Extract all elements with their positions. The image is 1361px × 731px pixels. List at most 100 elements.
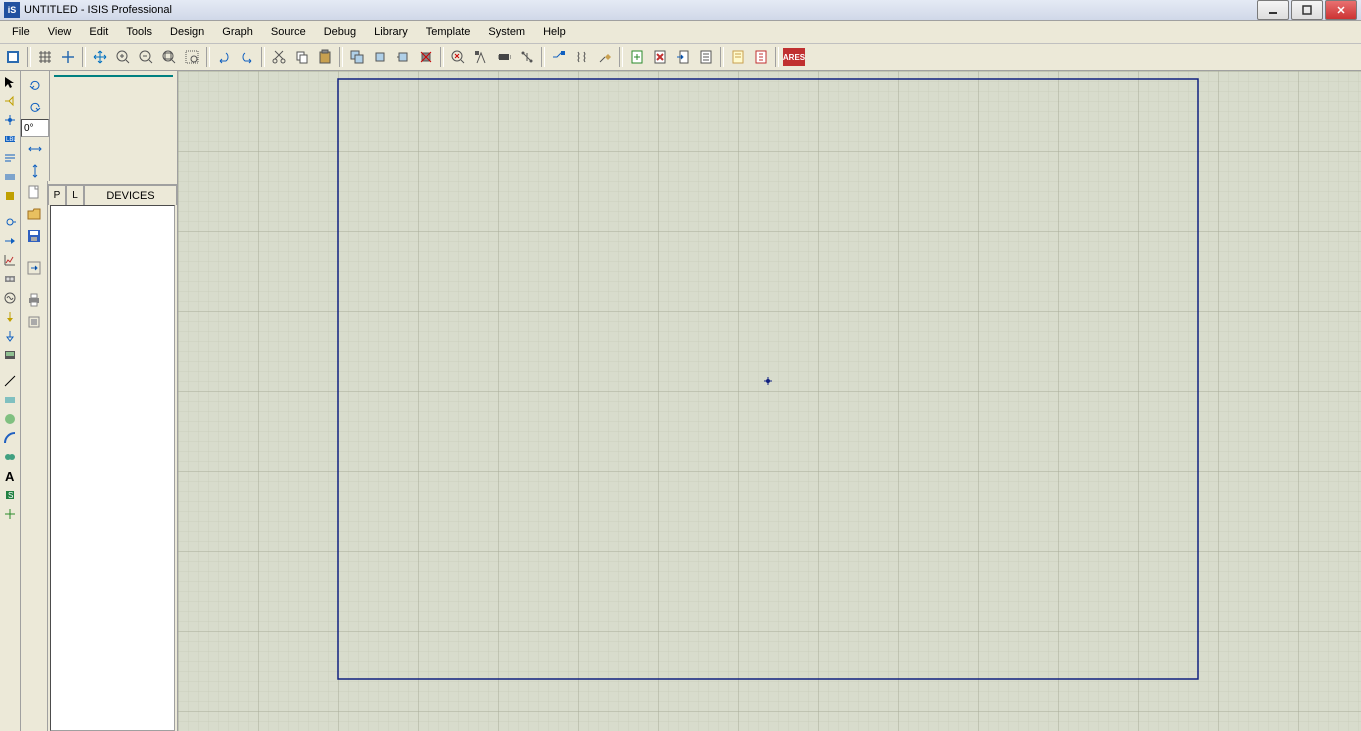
svg-text:LBL: LBL: [6, 137, 17, 143]
netlist-icon[interactable]: [750, 46, 772, 68]
grid-icon[interactable]: [34, 46, 56, 68]
block-rotate-icon[interactable]: [392, 46, 414, 68]
tab-p[interactable]: P: [48, 185, 66, 205]
import-region-icon[interactable]: [25, 259, 43, 277]
delete-sheet-icon[interactable]: [649, 46, 671, 68]
voltage-probe-icon[interactable]: [1, 308, 19, 326]
main-toolbar: ARES: [0, 44, 1361, 71]
new-sheet-icon[interactable]: [626, 46, 648, 68]
tab-devices[interactable]: DEVICES: [84, 185, 177, 205]
maximize-button[interactable]: [1291, 0, 1323, 20]
bom-icon[interactable]: [695, 46, 717, 68]
device-list[interactable]: [50, 205, 175, 731]
block-copy-icon[interactable]: [346, 46, 368, 68]
menu-view[interactable]: View: [40, 24, 80, 40]
close-button[interactable]: [1325, 0, 1357, 20]
menu-system[interactable]: System: [480, 24, 533, 40]
rotate-cw-icon[interactable]: [24, 75, 46, 95]
line-icon[interactable]: [1, 372, 19, 390]
virtual-instrument-icon[interactable]: [1, 346, 19, 364]
wire-autoroute-icon[interactable]: [548, 46, 570, 68]
svg-text:S: S: [8, 491, 13, 500]
terminal-icon[interactable]: [1, 213, 19, 231]
left-toolbox: LBL A S: [0, 71, 21, 731]
editing-canvas[interactable]: [178, 71, 1361, 731]
selection-mode-icon[interactable]: [1, 73, 19, 91]
menu-library[interactable]: Library: [366, 24, 416, 40]
pick-library-icon[interactable]: [447, 46, 469, 68]
minimize-button[interactable]: [1257, 0, 1289, 20]
new-file-icon[interactable]: [25, 183, 43, 201]
path-icon[interactable]: [1, 448, 19, 466]
undo-icon[interactable]: [213, 46, 235, 68]
tape-recorder-icon[interactable]: [1, 270, 19, 288]
menu-file[interactable]: File: [4, 24, 38, 40]
print-icon[interactable]: [25, 291, 43, 309]
component-mode-icon[interactable]: [1, 92, 19, 110]
arc-icon[interactable]: [1, 429, 19, 447]
open-file-icon[interactable]: [25, 205, 43, 223]
redo-icon[interactable]: [236, 46, 258, 68]
circle-icon[interactable]: [1, 410, 19, 428]
separator: [339, 47, 343, 67]
zoom-all-icon[interactable]: [158, 46, 180, 68]
menu-edit[interactable]: Edit: [81, 24, 116, 40]
graph-mode-icon[interactable]: [1, 251, 19, 269]
save-file-icon[interactable]: [25, 227, 43, 245]
property-tool-icon[interactable]: [594, 46, 616, 68]
marker-icon[interactable]: [1, 505, 19, 523]
text-tool-icon[interactable]: A: [1, 467, 19, 485]
generator-icon[interactable]: [1, 289, 19, 307]
cut-icon[interactable]: [268, 46, 290, 68]
bus-icon[interactable]: [1, 168, 19, 186]
zoom-in-icon[interactable]: [112, 46, 134, 68]
rotate-ccw-icon[interactable]: [24, 97, 46, 117]
copy-icon[interactable]: [291, 46, 313, 68]
separator: [261, 47, 265, 67]
separator: [27, 47, 31, 67]
menu-help[interactable]: Help: [535, 24, 574, 40]
menu-debug[interactable]: Debug: [316, 24, 364, 40]
zoom-out-icon[interactable]: [135, 46, 157, 68]
mirror-y-icon[interactable]: [24, 161, 46, 181]
make-device-icon[interactable]: [470, 46, 492, 68]
separator: [82, 47, 86, 67]
wire-label-icon[interactable]: LBL: [1, 130, 19, 148]
text-script-icon[interactable]: [1, 149, 19, 167]
exit-sheet-icon[interactable]: [672, 46, 694, 68]
pan-icon[interactable]: [89, 46, 111, 68]
ares-button[interactable]: ARES: [783, 48, 805, 66]
packaging-icon[interactable]: [493, 46, 515, 68]
app-icon: iS: [4, 2, 20, 18]
decompose-icon[interactable]: [516, 46, 538, 68]
angle-field[interactable]: 0°: [21, 119, 49, 137]
menu-design[interactable]: Design: [162, 24, 212, 40]
menu-graph[interactable]: Graph: [214, 24, 261, 40]
rectangle-icon[interactable]: [1, 391, 19, 409]
junction-icon[interactable]: [1, 111, 19, 129]
origin-icon[interactable]: [57, 46, 79, 68]
menu-tools[interactable]: Tools: [118, 24, 160, 40]
erc-icon[interactable]: [727, 46, 749, 68]
mark-output-icon[interactable]: [25, 313, 43, 331]
current-probe-icon[interactable]: [1, 327, 19, 345]
paste-icon[interactable]: [314, 46, 336, 68]
search-icon[interactable]: [571, 46, 593, 68]
device-pin-icon[interactable]: [1, 232, 19, 250]
menu-template[interactable]: Template: [418, 24, 479, 40]
side-panel: 0° P L DE: [21, 71, 178, 731]
block-move-icon[interactable]: [369, 46, 391, 68]
separator: [720, 47, 724, 67]
svg-text:A: A: [5, 469, 15, 483]
block-delete-icon[interactable]: [415, 46, 437, 68]
menu-source[interactable]: Source: [263, 24, 314, 40]
work-area: LBL A S 0°: [0, 71, 1361, 731]
symbol-icon[interactable]: S: [1, 486, 19, 504]
subcircuit-icon[interactable]: [1, 187, 19, 205]
overview-window[interactable]: [54, 75, 173, 77]
menubar: File View Edit Tools Design Graph Source…: [0, 21, 1361, 44]
redraw-icon[interactable]: [2, 46, 24, 68]
zoom-area-icon[interactable]: [181, 46, 203, 68]
mirror-x-icon[interactable]: [24, 139, 46, 159]
tab-l[interactable]: L: [66, 185, 84, 205]
